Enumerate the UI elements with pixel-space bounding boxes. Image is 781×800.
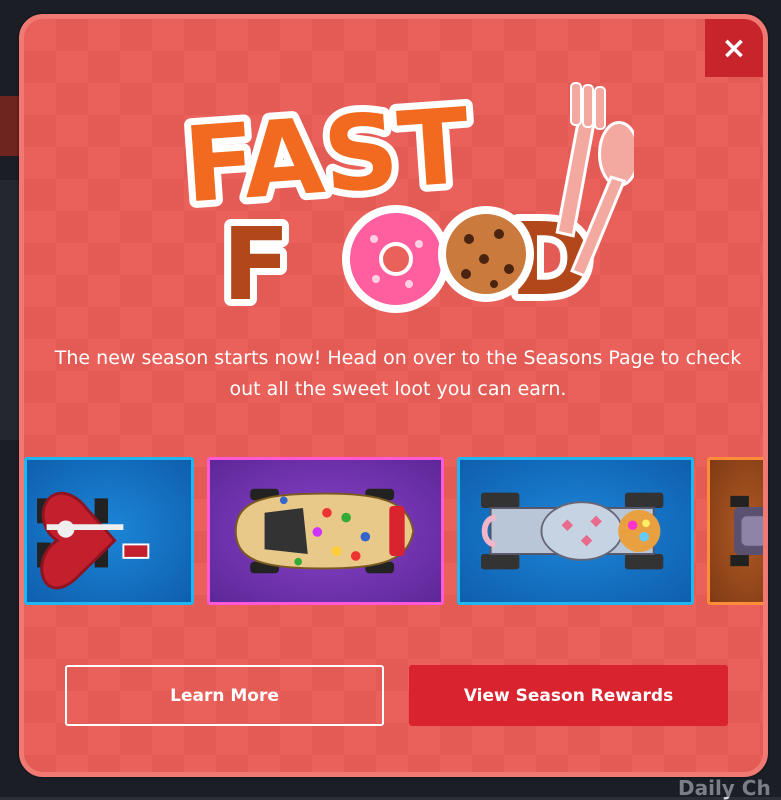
donut-icon	[342, 205, 450, 313]
reward-card[interactable]	[207, 457, 444, 605]
reward-card[interactable]	[457, 457, 694, 605]
rewards-carousel[interactable]	[24, 457, 763, 607]
cookie-icon	[438, 206, 534, 302]
heart-car-icon	[37, 491, 150, 590]
logo-letter-f: F	[222, 206, 290, 323]
fast-food-logo: FAST F D	[173, 78, 634, 324]
view-season-rewards-button[interactable]: View Season Rewards	[409, 665, 728, 726]
close-icon: ×	[721, 30, 747, 66]
egg-car-icon	[480, 492, 664, 570]
reward-card[interactable]	[24, 457, 194, 605]
reward-card[interactable]	[707, 457, 763, 605]
season-description: The new season starts now! Head on over …	[54, 347, 742, 400]
orange-car-icon	[730, 495, 763, 567]
close-button[interactable]: ×	[705, 19, 763, 77]
learn-more-button[interactable]: Learn More	[65, 665, 384, 726]
candy-car-icon	[234, 488, 415, 574]
season-modal: × FAST F D The new season starts now! He…	[19, 14, 768, 777]
